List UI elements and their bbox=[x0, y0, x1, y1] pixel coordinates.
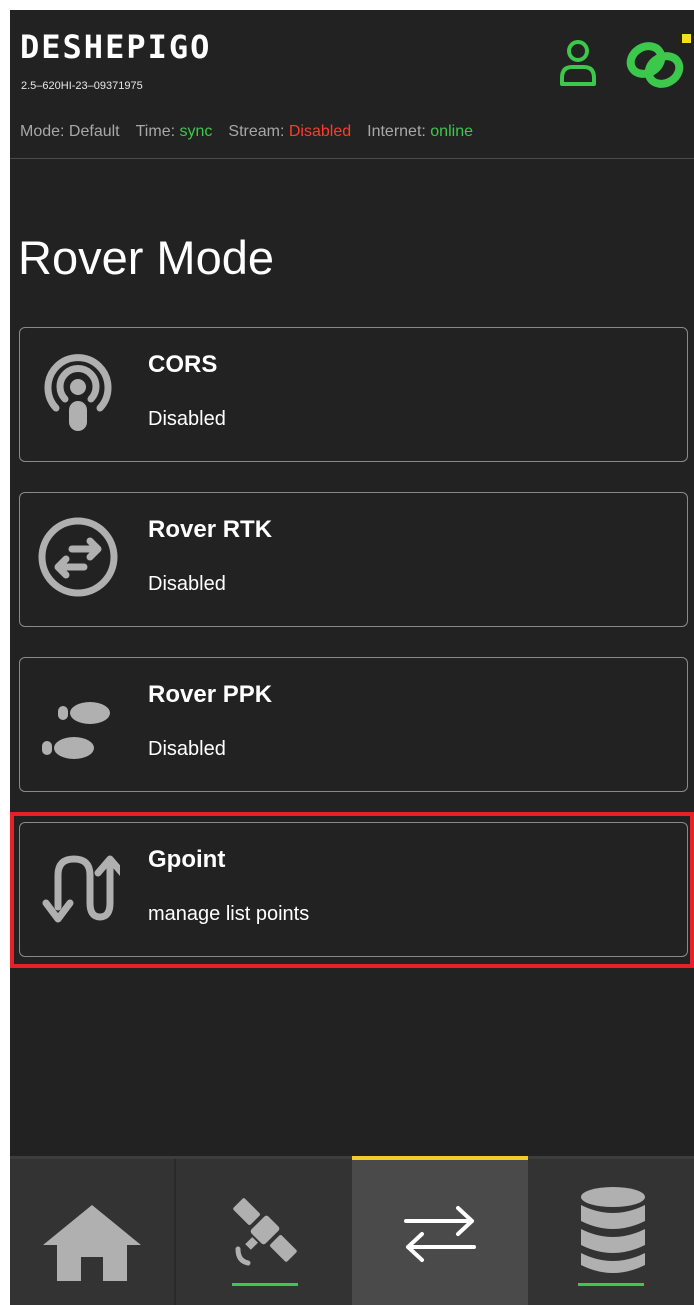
satellite-icon bbox=[233, 1198, 297, 1266]
footprints-icon bbox=[42, 702, 110, 759]
broadcast-icon bbox=[44, 354, 112, 431]
u-turn-arrows-icon bbox=[42, 855, 120, 923]
nav-home[interactable] bbox=[10, 1159, 174, 1305]
link-icon[interactable] bbox=[622, 34, 694, 92]
card-title: Rover PPK bbox=[148, 681, 273, 708]
nav-satellite[interactable] bbox=[176, 1159, 352, 1305]
nav-modes[interactable] bbox=[352, 1156, 528, 1305]
internet-label: Internet: bbox=[367, 123, 426, 140]
nav-database[interactable] bbox=[528, 1159, 694, 1305]
page-title: Rover Mode bbox=[18, 231, 274, 284]
time-value: sync bbox=[179, 123, 213, 140]
device-serial: 2.5–620HI-23–09371975 bbox=[21, 80, 143, 92]
swap-circle-icon bbox=[38, 517, 118, 597]
card-status: Disabled bbox=[148, 408, 226, 430]
mode-card-rover-rtk[interactable]: Rover RTK Disabled bbox=[19, 492, 688, 627]
status-line: Mode: Default Time: sync Stream: Disabled I… bbox=[20, 122, 473, 142]
bottom-nav bbox=[10, 1156, 694, 1305]
mode-label: Mode: bbox=[20, 123, 65, 140]
card-title: CORS bbox=[148, 351, 218, 378]
internet-value: online bbox=[430, 123, 473, 140]
card-title: Gpoint bbox=[148, 846, 226, 873]
card-status: Disabled bbox=[148, 738, 226, 760]
header-divider bbox=[10, 158, 694, 159]
card-title: Rover RTK bbox=[148, 516, 273, 543]
stream-label: Stream: bbox=[228, 123, 285, 140]
mode-card-gpoint[interactable]: Gpoint manage list points bbox=[19, 822, 688, 957]
mode-card-cors[interactable]: CORS Disabled bbox=[19, 327, 688, 462]
database-icon bbox=[581, 1187, 645, 1273]
card-status: Disabled bbox=[148, 573, 226, 595]
user-icon[interactable] bbox=[558, 38, 598, 88]
mode-card-rover-ppk[interactable]: Rover PPK Disabled bbox=[19, 657, 688, 792]
swap-arrows-icon bbox=[404, 1206, 476, 1262]
nav-indicator bbox=[232, 1283, 298, 1286]
app-logo: DESHEPIGO bbox=[20, 28, 212, 66]
app-window: DESHEPIGO 2.5–620HI-23–09371975 Mode: De… bbox=[10, 10, 694, 1305]
stream-value: Disabled bbox=[288, 123, 352, 140]
home-icon bbox=[43, 1205, 141, 1281]
card-status: manage list points bbox=[148, 903, 310, 925]
time-label: Time: bbox=[135, 123, 176, 140]
mode-value: Default bbox=[68, 123, 120, 140]
nav-indicator bbox=[578, 1283, 644, 1286]
